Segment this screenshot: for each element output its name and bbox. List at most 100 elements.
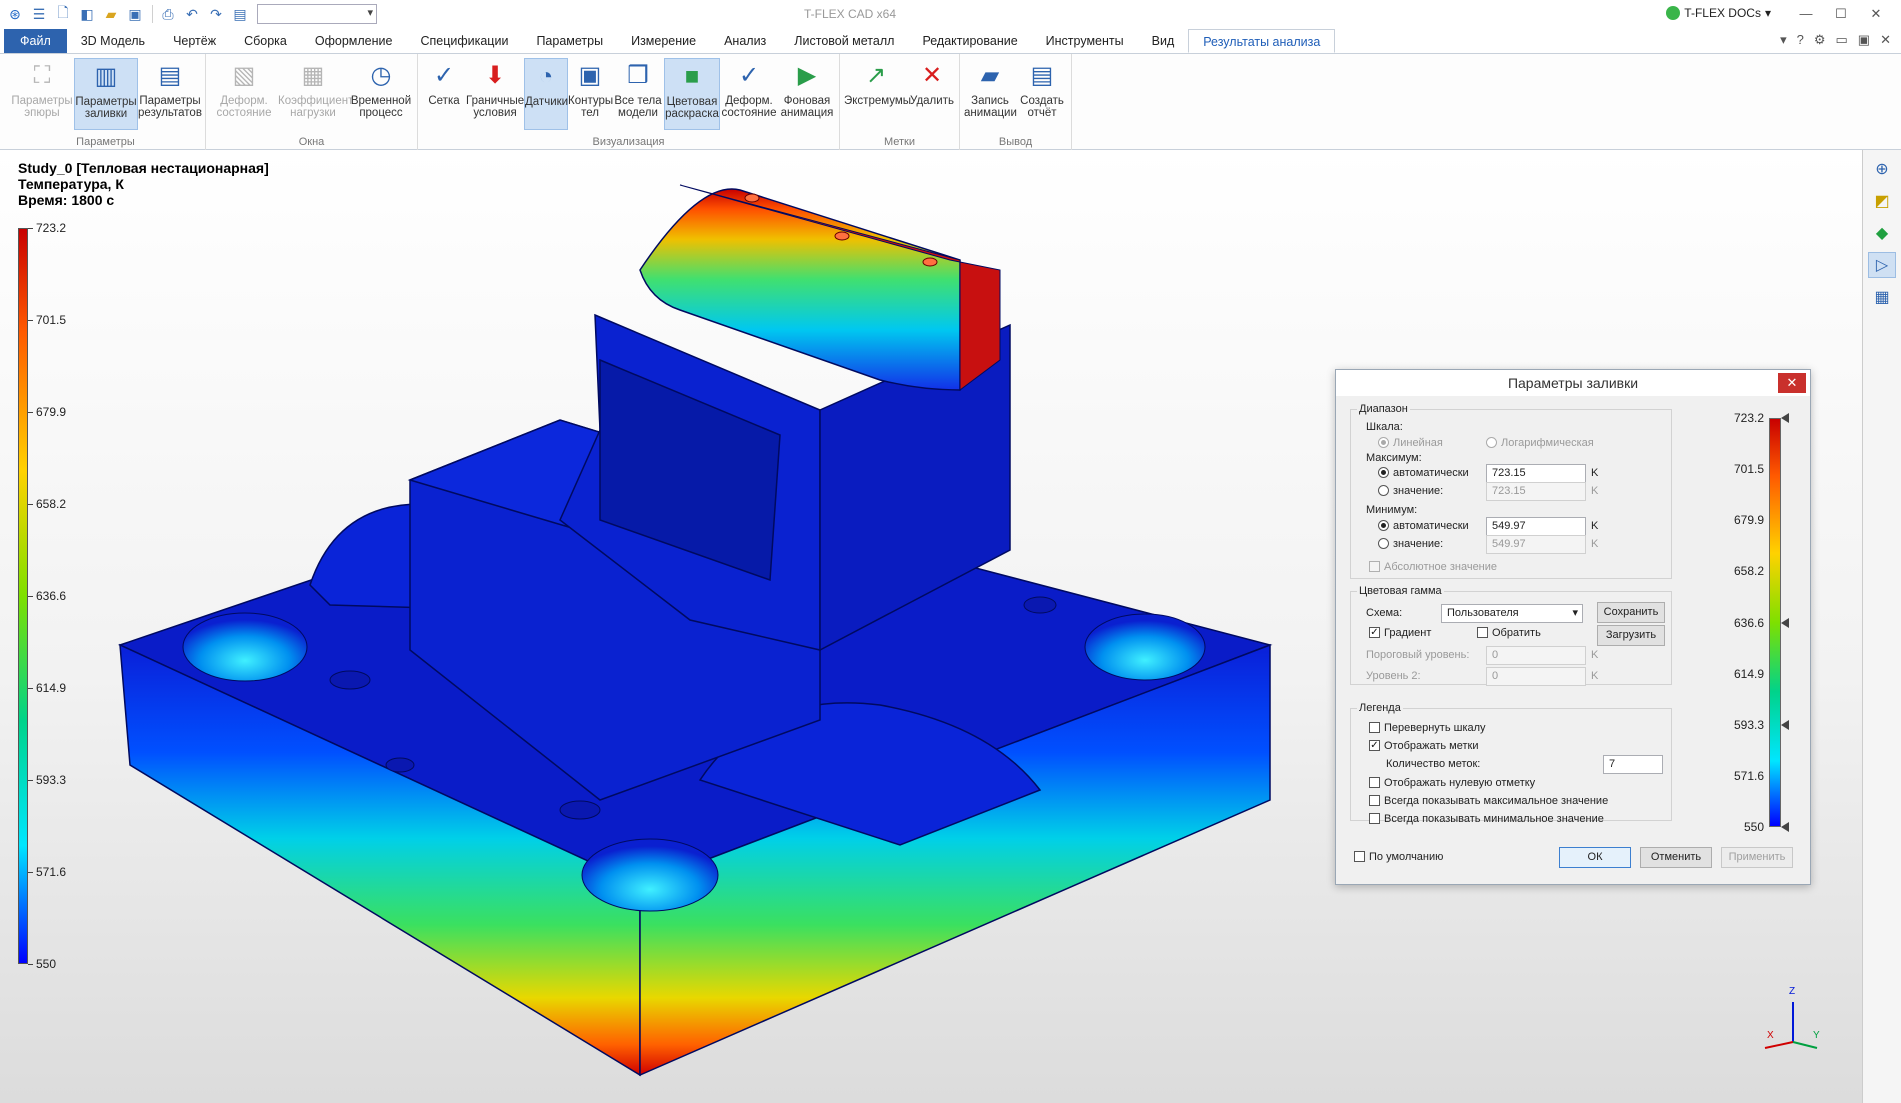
- max-auto-radio[interactable]: [1378, 467, 1389, 478]
- help-icon[interactable]: ?: [1797, 32, 1804, 48]
- show-marks-checkbox[interactable]: ✓: [1369, 740, 1380, 751]
- min-auto-field[interactable]: 549.97: [1486, 517, 1586, 536]
- new-file-icon[interactable]: 🗋: [52, 3, 74, 25]
- ribbon-button[interactable]: ✓ Деформ. состояние: [720, 58, 778, 130]
- open-folder-icon[interactable]: ▰: [100, 3, 122, 25]
- analysis-results-icon[interactable]: ▷: [1868, 252, 1896, 278]
- dialog-scale-marker[interactable]: [1781, 617, 1789, 628]
- unit-label: K: [1591, 670, 1599, 682]
- maximize-button[interactable]: ☐: [1826, 4, 1856, 24]
- threshold-field[interactable]: 0: [1486, 646, 1586, 665]
- ribbon-button[interactable]: ▥ Параметры заливки: [74, 58, 138, 130]
- ribbon-button[interactable]: ⛶ Параметры эпюры: [10, 58, 74, 130]
- gradient-checkbox[interactable]: ✓: [1369, 627, 1380, 638]
- quick-access-combo[interactable]: [257, 4, 377, 24]
- ribbon-button[interactable]: ❒ Все тела модели: [612, 58, 664, 130]
- ok-button[interactable]: ОК: [1559, 847, 1631, 868]
- mark-count-field[interactable]: 7: [1603, 755, 1663, 774]
- linear-radio[interactable]: [1378, 437, 1389, 448]
- dialog-scale-marker[interactable]: [1781, 413, 1789, 423]
- show-min-checkbox[interactable]: [1369, 813, 1380, 824]
- menu-tab[interactable]: Листовой металл: [780, 29, 908, 53]
- cancel-button[interactable]: Отменить: [1640, 847, 1712, 868]
- save-scheme-button[interactable]: Сохранить: [1597, 602, 1665, 623]
- menu-tab[interactable]: Измерение: [617, 29, 710, 53]
- ribbon-button[interactable]: ◔ Датчики: [524, 58, 568, 130]
- properties-icon[interactable]: ▦: [1868, 284, 1896, 310]
- ribbon-button[interactable]: ✕ Удалить: [908, 58, 956, 130]
- load-scheme-button[interactable]: Загрузить: [1597, 625, 1665, 646]
- menu-tab[interactable]: Вид: [1138, 29, 1189, 53]
- ribbon-button[interactable]: ▧ Деформ. состояние: [210, 58, 278, 130]
- flip-scale-checkbox[interactable]: [1369, 722, 1380, 733]
- tflex-docs-button[interactable]: T-FLEX DOCs ▾: [1666, 6, 1771, 20]
- zoom-search-icon[interactable]: ⊕: [1868, 156, 1896, 182]
- min-value-radio[interactable]: [1378, 538, 1389, 549]
- cube-icon[interactable]: ◧: [76, 3, 98, 25]
- menu-tab[interactable]: Спецификации: [406, 29, 522, 53]
- default-checkbox[interactable]: [1354, 851, 1365, 862]
- print-icon[interactable]: ⎙: [157, 3, 179, 25]
- redo-icon[interactable]: ↷: [205, 3, 227, 25]
- dialog-scale-marker[interactable]: [1781, 822, 1789, 832]
- dialog-scale-label: 723.2: [1733, 411, 1764, 425]
- doc-icon[interactable]: ▤: [229, 3, 251, 25]
- menu-tab[interactable]: Анализ: [710, 29, 780, 53]
- dialog-scale-marker[interactable]: [1781, 719, 1789, 730]
- bolt: [922, 257, 938, 267]
- ribbon-button[interactable]: ⬇ Граничные условия: [466, 58, 524, 130]
- menu-tab[interactable]: 3D Модель: [67, 29, 159, 53]
- min-auto-radio[interactable]: [1378, 520, 1389, 531]
- min-value-field[interactable]: 549.97: [1486, 535, 1586, 554]
- menu-tab[interactable]: Оформление: [301, 29, 407, 53]
- ribbon-button[interactable]: ▤ Параметры результатов: [138, 58, 202, 130]
- menu-tab[interactable]: Инструменты: [1032, 29, 1138, 53]
- log-radio[interactable]: [1486, 437, 1497, 448]
- ribbon-button[interactable]: ■ Цветовая раскраска: [664, 58, 720, 130]
- ribbon-button[interactable]: ▦ Коэффициент нагрузки: [278, 58, 353, 130]
- menu-tab[interactable]: Чертёж: [159, 29, 230, 53]
- body-contours-icon: ▣: [578, 62, 602, 89]
- close-doc-icon[interactable]: ✕: [1880, 32, 1891, 48]
- zero-mark-checkbox[interactable]: [1369, 777, 1380, 788]
- scheme-select[interactable]: Пользователя ▾: [1441, 604, 1583, 623]
- show-max-checkbox[interactable]: [1369, 795, 1380, 806]
- restore-icon[interactable]: ▣: [1858, 32, 1870, 48]
- dialog-close-button[interactable]: ✕: [1778, 373, 1806, 393]
- apply-button[interactable]: Применить: [1721, 847, 1793, 868]
- absolute-checkbox[interactable]: [1369, 561, 1380, 572]
- menu-tab[interactable]: Результаты анализа: [1188, 29, 1336, 53]
- hamburger-icon[interactable]: ☰: [28, 3, 50, 25]
- chevron-down-icon[interactable]: ▾: [1780, 32, 1787, 48]
- layers-icon[interactable]: ◩: [1868, 188, 1896, 214]
- max-value-radio[interactable]: [1378, 485, 1389, 496]
- scheme-select-value: Пользователя: [1447, 607, 1519, 619]
- window-icon[interactable]: ▭: [1836, 32, 1848, 48]
- menu-tab[interactable]: Сборка: [230, 29, 301, 53]
- close-window-button[interactable]: ✕: [1861, 4, 1891, 24]
- ribbon-button[interactable]: ◷ Временной процесс: [348, 58, 414, 130]
- gear-icon[interactable]: ⚙: [1814, 32, 1826, 48]
- minimize-button[interactable]: —: [1791, 4, 1821, 24]
- ribbon-button[interactable]: ▣ Контуры тел: [568, 58, 613, 130]
- ribbon-button[interactable]: ✓ Сетка: [422, 58, 466, 130]
- save-icon[interactable]: ▣: [124, 3, 146, 25]
- menu-tab[interactable]: Файл: [4, 29, 67, 53]
- ribbon-group: ↗ Экстремумы ✕ Удалить Метки: [840, 54, 960, 150]
- model-tree-icon[interactable]: ◆: [1868, 220, 1896, 246]
- level2-field[interactable]: 0: [1486, 667, 1586, 686]
- menu-tab[interactable]: Параметры: [522, 29, 617, 53]
- undo-icon[interactable]: ↶: [181, 3, 203, 25]
- dialog-scale-label: 636.6: [1733, 615, 1764, 630]
- menu-tab[interactable]: Редактирование: [908, 29, 1031, 53]
- invert-checkbox[interactable]: [1477, 627, 1488, 638]
- max-value-field[interactable]: 723.15: [1486, 482, 1586, 501]
- ribbon-button-label: Запись анимации: [964, 95, 1017, 119]
- ribbon-button[interactable]: ▶ Фоновая анимация: [778, 58, 836, 130]
- ribbon-button[interactable]: ▰ Запись анимации: [964, 58, 1017, 130]
- max-auto-field[interactable]: 723.15: [1486, 464, 1586, 483]
- app-menu-icon[interactable]: ⊛: [4, 3, 26, 25]
- ribbon-button-label: Датчики: [525, 96, 569, 108]
- ribbon-button[interactable]: ↗ Экстремумы: [844, 58, 911, 130]
- ribbon-button[interactable]: ▤ Создать отчёт: [1016, 58, 1068, 130]
